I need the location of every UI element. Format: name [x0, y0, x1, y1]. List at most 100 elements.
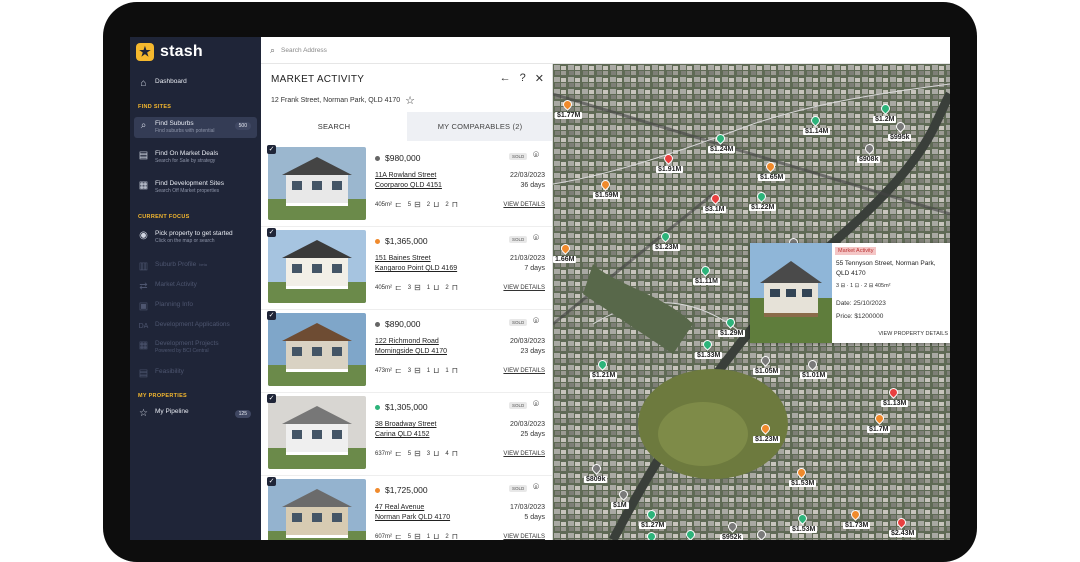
- projects-icon: ▦: [138, 340, 149, 351]
- map-price-label[interactable]: 1.66M: [553, 256, 577, 263]
- listing-row[interactable]: ✓ $1,725,000 SOLD ⌾ 47 Real Avenue Norma…: [261, 476, 552, 540]
- listing-icon: ▤: [138, 150, 149, 161]
- sale-date: 20/03/2023: [509, 338, 545, 345]
- map-pin-icon[interactable]: ⌾: [533, 316, 539, 327]
- sidebar-item-development-sites[interactable]: ▦ Find Development Sites Search Off Marke…: [134, 177, 257, 198]
- map-price-label[interactable]: $1.05M: [753, 368, 781, 375]
- status-dot: [375, 404, 380, 410]
- map-price-label[interactable]: $1.23M: [653, 244, 681, 251]
- sidebar-item-market-activity[interactable]: ⇄ Market Activity: [134, 278, 257, 295]
- search-icon: ⌕: [140, 120, 147, 131]
- view-details-link[interactable]: VIEW DETAILS: [503, 202, 545, 208]
- sidebar-item-pick-property[interactable]: ◉ Pick property to get started Click on t…: [134, 227, 257, 248]
- map-price-label[interactable]: $1.13M: [881, 400, 909, 407]
- floorplan-icon: ⊏: [395, 449, 402, 458]
- map-price-label[interactable]: $809k: [584, 476, 608, 483]
- back-arrow-icon[interactable]: ←: [500, 72, 511, 85]
- checkbox[interactable]: ✓: [267, 145, 276, 154]
- map-price-label[interactable]: $1.73M: [843, 522, 871, 529]
- listing-photo: [268, 147, 366, 220]
- map-price-label[interactable]: $1M: [611, 502, 629, 509]
- sidebar-item-dev-applications[interactable]: DA Development Applications: [134, 318, 257, 335]
- listing-price: $1,365,000: [375, 236, 428, 246]
- map-pin-icon[interactable]: ⌾: [533, 233, 539, 244]
- sidebar-item-on-market[interactable]: ▤ Find On Market Deals Search for Sale by…: [134, 147, 257, 168]
- map-pin-icon[interactable]: ⌾: [533, 482, 539, 493]
- price-text: $980,000: [385, 153, 421, 163]
- sidebar-label: Development Projects Powered by BCI Centr…: [155, 340, 219, 355]
- sidebar-item-suburb-profile[interactable]: ▥ Suburb Profile beta: [134, 258, 257, 275]
- view-details-link[interactable]: VIEW DETAILS: [503, 368, 545, 374]
- sidebar-item-planning-info[interactable]: ▣ Planning Info: [134, 298, 257, 315]
- help-icon[interactable]: ?: [520, 72, 526, 85]
- map-price-label[interactable]: $952k: [720, 534, 744, 540]
- map-price-label[interactable]: $1.53M: [790, 526, 818, 533]
- map-price-label[interactable]: $3.1M: [703, 206, 727, 213]
- sidebar-item-my-pipeline[interactable]: ☆ My Pipeline 125: [134, 405, 257, 422]
- map-price-label[interactable]: $1.14M: [803, 128, 831, 135]
- tab-my-comparables[interactable]: MY COMPARABLES (2): [407, 112, 552, 141]
- checkbox[interactable]: ✓: [267, 477, 276, 486]
- listing-price: $1,305,000: [375, 402, 428, 412]
- bath-icon: ⊔: [433, 200, 440, 209]
- checkbox[interactable]: ✓: [267, 311, 276, 320]
- map-price-label[interactable]: $908k: [857, 156, 881, 163]
- sidebar-label: Pick property to get started Click on the…: [155, 230, 233, 245]
- suburb-text: Norman Park QLD 4170: [375, 514, 451, 521]
- days-on-market: 25 days: [520, 431, 545, 438]
- map-pin-icon[interactable]: ⌾: [533, 150, 539, 161]
- listing-address-link[interactable]: 47 Real Avenue Norman Park QLD 4170: [375, 503, 485, 523]
- sidebar-item-dev-projects[interactable]: ▦ Development Projects Powered by BCI Cen…: [134, 337, 257, 358]
- view-property-details-link[interactable]: VIEW PROPERTY DETAILS: [878, 331, 948, 337]
- map-price-label[interactable]: $1.24M: [708, 146, 736, 153]
- tab-search[interactable]: SEARCH: [261, 112, 407, 141]
- star-icon[interactable]: ☆: [405, 94, 415, 107]
- map-price-label[interactable]: $1.53M: [789, 480, 817, 487]
- bed-count: 5: [407, 533, 412, 540]
- map-price-label[interactable]: $1.65M: [758, 174, 786, 181]
- sidebar-label: Market Activity: [155, 281, 197, 288]
- map-price-label[interactable]: $2.43M: [889, 530, 917, 537]
- view-details-link[interactable]: VIEW DETAILS: [503, 534, 545, 540]
- map-price-label[interactable]: $1.27M: [639, 522, 667, 529]
- view-details-link[interactable]: VIEW DETAILS: [503, 451, 545, 457]
- map-price-label[interactable]: $1.01M: [800, 372, 828, 379]
- logo[interactable]: ★ stash: [136, 43, 203, 61]
- listing-row[interactable]: ✓ $1,305,000 SOLD ⌾ 38 Broadway Street C…: [261, 393, 552, 476]
- map-price-label[interactable]: $1.21M: [590, 372, 618, 379]
- listing-row[interactable]: ✓ $890,000 SOLD ⌾ 122 Richmond Road Morn…: [261, 310, 552, 393]
- map-price-label[interactable]: $1.11M: [693, 278, 720, 285]
- map-pin-icon[interactable]: ⌾: [533, 399, 539, 410]
- map-price-label[interactable]: $1.77M: [555, 112, 583, 119]
- view-details-link[interactable]: VIEW DETAILS: [503, 285, 545, 291]
- listing-address-link[interactable]: 122 Richmond Road Morningside QLD 4170: [375, 337, 485, 357]
- car-count: 2: [445, 284, 449, 291]
- map-price-label[interactable]: $995k: [888, 134, 912, 141]
- listing-row[interactable]: ✓ $1,365,000 SOLD ⌾ 151 Baines Street Ka…: [261, 227, 552, 310]
- bed-count: 5: [407, 201, 412, 208]
- da-icon: DA: [138, 323, 149, 330]
- map-price-label[interactable]: $1.23M: [753, 436, 781, 443]
- map-price-label[interactable]: $1.22M: [749, 204, 777, 211]
- map-price-label[interactable]: $1.7M: [867, 426, 891, 433]
- search-input[interactable]: [281, 46, 582, 54]
- checkbox[interactable]: ✓: [267, 394, 276, 403]
- map[interactable]: $1.77M $1.14M $1.2M $995k $1.24M $908k $1.91M $…: [553, 64, 950, 540]
- map-price-label[interactable]: $1.59M: [593, 192, 621, 199]
- bed-count: 3: [407, 284, 412, 291]
- listing-row[interactable]: ✓ $980,000 SOLD ⌾ 11A Rowland Street Coo…: [261, 144, 552, 227]
- sidebar-item-dashboard[interactable]: ⌂ Dashboard: [134, 75, 257, 92]
- street-text: 47 Real Avenue: [375, 504, 425, 511]
- map-price-label[interactable]: $1.29M: [718, 330, 746, 337]
- map-price-label[interactable]: $1.91M: [656, 166, 684, 173]
- car-icon: ⊓: [451, 283, 458, 292]
- listing-address-link[interactable]: 38 Broadway Street Carina QLD 4152: [375, 420, 485, 440]
- checkbox[interactable]: ✓: [267, 228, 276, 237]
- listing-address-link[interactable]: 151 Baines Street Kangaroo Point QLD 416…: [375, 254, 485, 274]
- map-price-label[interactable]: $1.2M: [873, 116, 897, 123]
- sidebar-item-find-suburbs[interactable]: ⌕ Find Suburbs Find suburbs with potentia…: [134, 117, 257, 138]
- close-icon[interactable]: ✕: [535, 72, 544, 85]
- sidebar-item-feasibility[interactable]: ▤ Feasibility: [134, 365, 257, 382]
- listing-address-link[interactable]: 11A Rowland Street Coorparoo QLD 4151: [375, 171, 485, 191]
- map-price-label[interactable]: $1.33M: [695, 352, 723, 359]
